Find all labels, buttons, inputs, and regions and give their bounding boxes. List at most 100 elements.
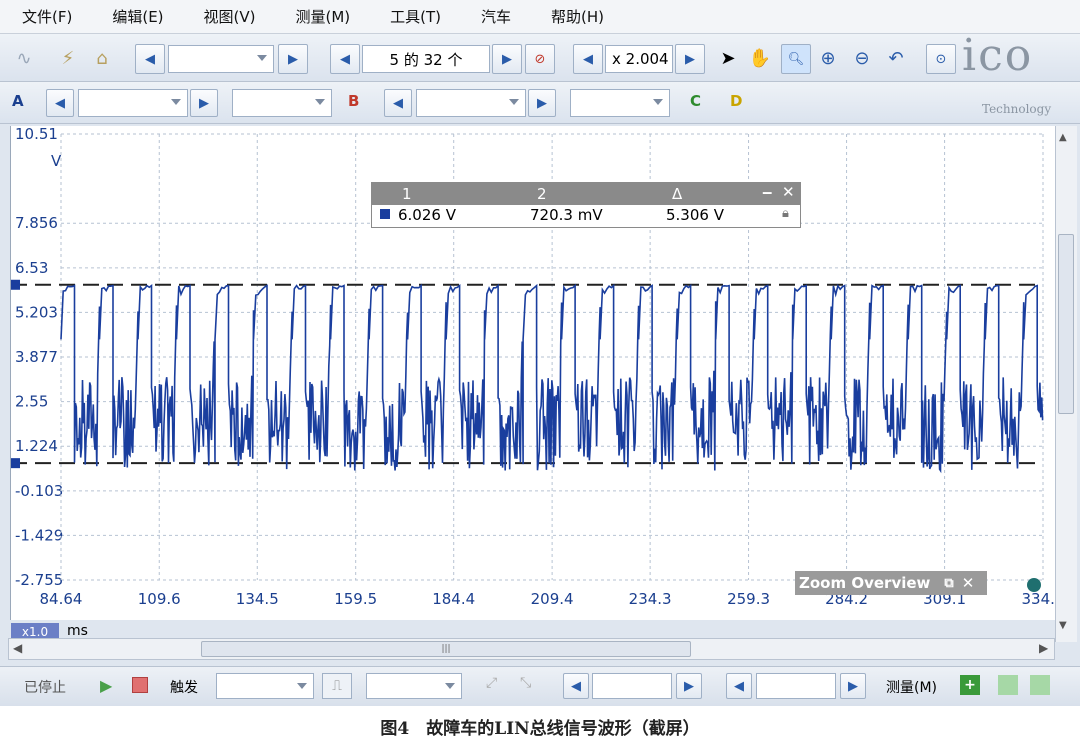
home-icon[interactable]: ⌂ bbox=[90, 46, 114, 70]
measurements-panel[interactable]: 1 2 Δ ‒ ✕ 6.026 V 720.3 mV 5.306 V 🔒︎ bbox=[371, 182, 801, 228]
trigger-rising-icon[interactable]: ⤢ bbox=[486, 675, 497, 691]
y-tick-label: 2.55 bbox=[15, 393, 48, 411]
trigger-level-prev-button[interactable]: ◀ bbox=[563, 673, 589, 699]
measure-label[interactable]: 测量(M) bbox=[886, 677, 937, 697]
measure-value-delta: 5.306 V bbox=[666, 206, 724, 224]
horizontal-scrollbar[interactable]: ◀ ||| ▶ bbox=[8, 638, 1055, 660]
scope-plot[interactable]: 10.51 7.856 6.53 5.203 3.877 2.55 1.224 -0.103 -… bbox=[10, 126, 1056, 641]
channel-a-range-select[interactable] bbox=[78, 89, 188, 117]
pico-logo-subtitle: Technology bbox=[982, 102, 1052, 116]
zoom-in-icon[interactable]: ⊕ bbox=[816, 46, 840, 70]
scope-mode-icon[interactable]: ∿ bbox=[10, 46, 38, 70]
channel-b-prev-button[interactable]: ◀ bbox=[384, 89, 412, 117]
x-tick-label: 259.3 bbox=[727, 590, 770, 608]
menu-view[interactable]: 视图(V) bbox=[182, 6, 274, 27]
menu-automotive[interactable]: 汽车 bbox=[459, 6, 529, 27]
channel-b-next-button[interactable]: ▶ bbox=[528, 89, 556, 117]
scroll-down-icon[interactable]: ▼ bbox=[1059, 620, 1067, 631]
y-tick-label: 1.224 bbox=[15, 437, 58, 455]
waveform-series-a bbox=[60, 283, 1044, 474]
ruler-marker bbox=[11, 458, 20, 469]
vertical-scrollbar[interactable]: ▲ ▼ bbox=[1055, 126, 1077, 642]
channel-b-coupling-select[interactable] bbox=[570, 89, 670, 117]
status-bar: 已停止 ▶ 触发 ⎍ ⤢ ⤡ ◀ ▶ ◀ ▶ 测量(M) + bbox=[0, 666, 1080, 706]
y-axis-unit: V bbox=[51, 152, 62, 170]
zoom-out-icon[interactable]: ⊖ bbox=[850, 46, 874, 70]
minimize-icon[interactable]: ‒ bbox=[762, 183, 772, 201]
hand-icon[interactable]: ✋ bbox=[748, 46, 772, 70]
zoom-100-icon[interactable]: ⊙ bbox=[926, 44, 956, 74]
channel-d-label[interactable]: D bbox=[730, 92, 742, 110]
trigger-level-next-button[interactable]: ▶ bbox=[676, 673, 702, 699]
probe-icon[interactable]: ⚡ bbox=[56, 46, 80, 70]
y-tick-label: -0.103 bbox=[15, 482, 63, 500]
trigger-falling-icon[interactable]: ⤡ bbox=[520, 675, 531, 691]
x-tick-label: 134.5 bbox=[236, 590, 279, 608]
channel-a-coupling-select[interactable] bbox=[232, 89, 332, 117]
delete-measurement-icon[interactable] bbox=[1030, 675, 1050, 695]
figure-caption: 图4 故障车的LIN总线信号波形（截屏） bbox=[380, 719, 700, 739]
zoom-factor-field[interactable]: x 2.004 bbox=[605, 45, 673, 73]
edit-measurement-icon[interactable] bbox=[998, 675, 1018, 695]
trigger-level-field[interactable] bbox=[592, 673, 672, 699]
buffer-field[interactable]: 5 的 32 个 bbox=[362, 45, 490, 73]
zoom-overview-panel[interactable]: Zoom Overview ⧉ ✕ bbox=[795, 571, 987, 595]
channel-b-range-select[interactable] bbox=[416, 89, 526, 117]
x-tick-label: 209.4 bbox=[531, 590, 574, 608]
undo-zoom-icon[interactable]: ↶ bbox=[884, 46, 908, 70]
add-measurement-icon[interactable]: + bbox=[960, 675, 980, 695]
close-icon[interactable]: ✕ bbox=[782, 183, 795, 201]
menu-file[interactable]: 文件(F) bbox=[0, 6, 90, 27]
measurements-header: 1 2 Δ ‒ ✕ bbox=[372, 183, 800, 205]
close-icon[interactable]: ✕ bbox=[962, 574, 975, 592]
picoscope-window: 文件(F) 编辑(E) 视图(V) 测量(M) 工具(T) 汽车 帮助(H) ∿… bbox=[0, 0, 1080, 706]
pretrigger-field[interactable] bbox=[756, 673, 836, 699]
menu-tools[interactable]: 工具(T) bbox=[368, 6, 459, 27]
chevron-down-icon bbox=[297, 683, 307, 689]
x-tick-label: 159.5 bbox=[334, 590, 377, 608]
channel-a-label[interactable]: A bbox=[12, 92, 24, 110]
stop-icon[interactable] bbox=[132, 677, 148, 693]
scroll-right-icon[interactable]: ▶ bbox=[1039, 641, 1048, 655]
y-tick-label: 3.877 bbox=[15, 348, 58, 366]
zoom-select-icon[interactable]: 🔍︎ bbox=[781, 44, 811, 74]
trigger-mode-select[interactable] bbox=[216, 673, 314, 699]
menu-edit[interactable]: 编辑(E) bbox=[90, 6, 181, 27]
next-buffer-button[interactable]: ▶ bbox=[492, 44, 522, 74]
measure-value-1: 6.026 V bbox=[398, 206, 456, 224]
zoom-prev-button[interactable]: ◀ bbox=[573, 44, 603, 74]
scroll-up-icon[interactable]: ▲ bbox=[1059, 132, 1067, 143]
restore-icon[interactable]: ⧉ bbox=[944, 576, 953, 591]
prev-timebase-button[interactable]: ◀ bbox=[135, 44, 165, 74]
timebase-select[interactable] bbox=[168, 45, 274, 73]
pretrigger-prev-button[interactable]: ◀ bbox=[726, 673, 752, 699]
menu-measure[interactable]: 测量(M) bbox=[274, 6, 369, 27]
x-tick-label: 334.1 bbox=[1022, 590, 1056, 608]
stopped-status: 已停止 bbox=[24, 680, 66, 696]
ruler-marker bbox=[11, 279, 20, 290]
channel-toolbar: A ◀ ▶ B ◀ ▶ C D Technology bbox=[0, 82, 1080, 124]
scroll-left-icon[interactable]: ◀ bbox=[13, 641, 22, 655]
y-tick-label: -2.755 bbox=[15, 571, 63, 589]
y-tick-label: 5.203 bbox=[15, 303, 58, 321]
pretrigger-next-button[interactable]: ▶ bbox=[840, 673, 866, 699]
navigate-icon[interactable]: ⊘ bbox=[525, 44, 555, 74]
channel-b-label[interactable]: B bbox=[348, 92, 359, 110]
lock-icon[interactable]: 🔒︎ bbox=[782, 206, 789, 221]
run-icon[interactable]: ▶ bbox=[100, 676, 112, 695]
channel-c-label[interactable]: C bbox=[690, 92, 701, 110]
prev-buffer-button[interactable]: ◀ bbox=[330, 44, 360, 74]
ruler-handle-icon[interactable] bbox=[1027, 578, 1041, 592]
trigger-channel-select[interactable] bbox=[366, 673, 462, 699]
menu-help[interactable]: 帮助(H) bbox=[529, 6, 622, 27]
pointer-icon[interactable]: ➤ bbox=[716, 46, 740, 70]
y-tick-label: -1.429 bbox=[15, 526, 63, 544]
channel-a-prev-button[interactable]: ◀ bbox=[46, 89, 74, 117]
zoom-next-button[interactable]: ▶ bbox=[675, 44, 705, 74]
channel-a-next-button[interactable]: ▶ bbox=[190, 89, 218, 117]
horizontal-scroll-thumb[interactable]: ||| bbox=[201, 641, 691, 657]
measure-value-2: 720.3 mV bbox=[530, 206, 603, 224]
trigger-edge-icon[interactable]: ⎍ bbox=[322, 673, 352, 699]
next-timebase-button[interactable]: ▶ bbox=[278, 44, 308, 74]
vertical-scroll-thumb[interactable] bbox=[1058, 234, 1074, 414]
